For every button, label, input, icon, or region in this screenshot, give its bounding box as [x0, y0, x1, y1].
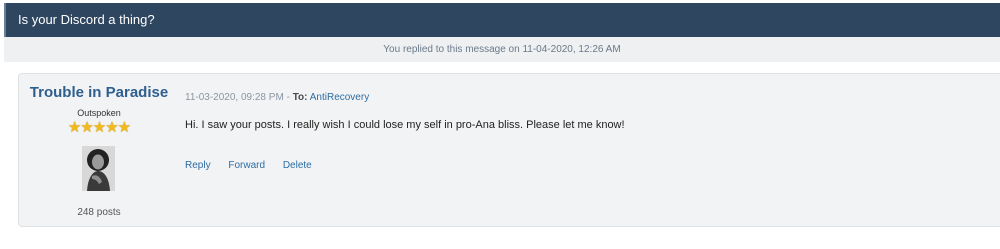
recipient-link[interactable]: AntiRecovery	[310, 92, 369, 103]
reply-notice-text: You replied to this message on 11-04-202…	[383, 44, 621, 55]
author-info: Trouble in Paradise Outspoken ★★★★★ 248 …	[19, 74, 179, 226]
forward-link[interactable]: Forward	[228, 160, 265, 171]
delete-link[interactable]: Delete	[283, 160, 312, 171]
post-date: 11-03-2020, 09:28 PM	[185, 92, 284, 103]
thread-title-bar: Is your Discord a thing?	[4, 3, 1000, 37]
rank-stars-icon: ★★★★★	[67, 119, 131, 136]
post-meta: 11-03-2020, 09:28 PM - To: AntiRecovery	[185, 92, 369, 103]
message-body: Hi. I saw your posts. I really wish I co…	[185, 119, 625, 131]
to-label: To:	[292, 92, 308, 103]
thread-title: Is your Discord a thing?	[18, 12, 155, 27]
author-rank: Outspoken	[77, 108, 121, 118]
message-post: Trouble in Paradise Outspoken ★★★★★ 248 …	[18, 73, 1000, 227]
avatar[interactable]	[82, 146, 115, 191]
avatar-portrait-icon	[82, 146, 115, 191]
post-actions: Reply Forward Delete	[185, 160, 327, 171]
author-name-link[interactable]: Trouble in Paradise	[19, 84, 179, 101]
meta-separator: -	[286, 92, 290, 103]
post-count: 248 posts	[77, 207, 121, 218]
reply-notice-bar: You replied to this message on 11-04-202…	[4, 37, 1000, 62]
reply-link[interactable]: Reply	[185, 160, 211, 171]
